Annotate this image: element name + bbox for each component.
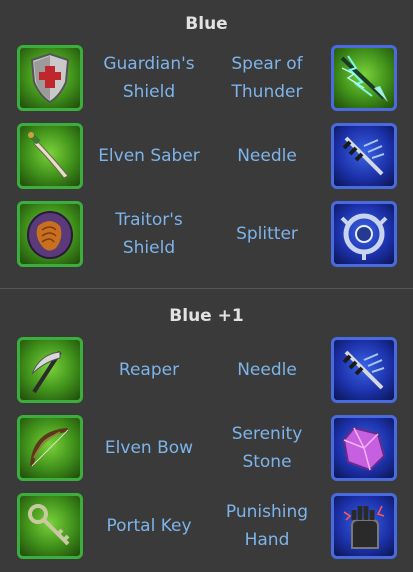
- portal-key-icon[interactable]: [17, 493, 83, 559]
- needle-icon[interactable]: [331, 337, 397, 403]
- spear-of-thunder-icon[interactable]: [331, 45, 397, 111]
- item-row: Elven Saber Needle: [0, 123, 413, 193]
- section-title-blue: Blue: [185, 14, 228, 34]
- needle-icon[interactable]: [331, 123, 397, 189]
- item-label[interactable]: Needle: [206, 123, 328, 189]
- splitter-icon[interactable]: [331, 201, 397, 267]
- section-title-blue-plus-1: Blue +1: [169, 306, 244, 326]
- traitors-shield-icon[interactable]: [17, 201, 83, 267]
- guardians-shield-icon[interactable]: [17, 45, 83, 111]
- serenity-stone-icon[interactable]: [331, 415, 397, 481]
- item-label[interactable]: Splitter: [206, 201, 328, 267]
- item-label[interactable]: Punishing Hand: [206, 493, 328, 559]
- punishing-hand-icon[interactable]: [331, 493, 397, 559]
- reaper-icon[interactable]: [17, 337, 83, 403]
- item-row: Elven Bow Serenity Stone: [0, 415, 413, 485]
- item-row: Guardian's Shield Spear of Thunder: [0, 45, 413, 115]
- item-label[interactable]: Portal Key: [88, 493, 210, 559]
- elven-bow-icon[interactable]: [17, 415, 83, 481]
- item-label[interactable]: Spear of Thunder: [206, 45, 328, 111]
- item-row: Traitor's Shield Splitter: [0, 201, 413, 271]
- elven-saber-icon[interactable]: [17, 123, 83, 189]
- item-label[interactable]: Needle: [206, 337, 328, 403]
- item-label[interactable]: Elven Bow: [88, 415, 210, 481]
- item-label[interactable]: Elven Saber: [88, 123, 210, 189]
- item-row: Portal Key Punishing Hand: [0, 493, 413, 563]
- item-label[interactable]: Serenity Stone: [206, 415, 328, 481]
- item-label[interactable]: Traitor's Shield: [88, 201, 210, 267]
- item-label[interactable]: Reaper: [88, 337, 210, 403]
- section-divider: [0, 288, 413, 289]
- item-label[interactable]: Guardian's Shield: [88, 45, 210, 111]
- item-row: Reaper Needle: [0, 337, 413, 407]
